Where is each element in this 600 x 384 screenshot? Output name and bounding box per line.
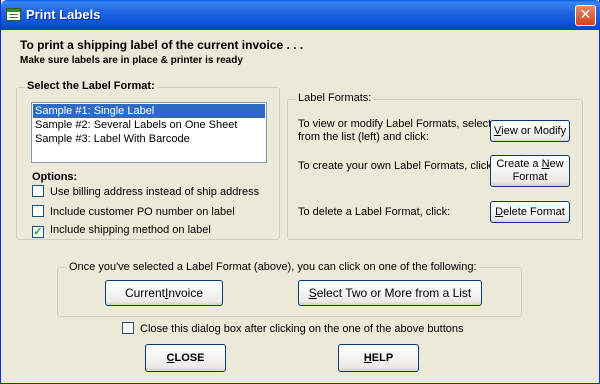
instruction-heading: To print a shipping label of the current… bbox=[20, 38, 304, 52]
delete-instructions: To delete a Label Format, click: bbox=[298, 206, 451, 218]
view-or-modify-button[interactable]: View or Modify bbox=[490, 120, 570, 142]
billing-address-checkbox[interactable] bbox=[32, 185, 44, 197]
actions-legend: Once you've selected a Label Format (abo… bbox=[67, 261, 479, 273]
po-number-option[interactable]: Include customer PO number on label bbox=[32, 205, 235, 219]
close-after-checkbox[interactable] bbox=[122, 322, 134, 334]
label-format-listbox[interactable]: Sample #1: Single Label Sample #2: Sever… bbox=[31, 102, 267, 163]
window-title: Print Labels bbox=[26, 7, 101, 22]
shipping-method-label: Include shipping method on label bbox=[50, 224, 211, 236]
shipping-method-checkbox[interactable]: ✓ bbox=[32, 226, 44, 238]
close-icon: ✕ bbox=[579, 7, 592, 23]
print-labels-dialog: Print Labels ✕ To print a shipping label… bbox=[0, 0, 600, 384]
label-formats-group: Label Formats: To view or modify Label F… bbox=[287, 92, 583, 240]
current-invoice-button[interactable]: Current Invoice bbox=[105, 280, 223, 306]
options-label: Options: bbox=[32, 171, 78, 183]
select-from-list-button[interactable]: Select Two or More from a List bbox=[298, 280, 482, 306]
list-item[interactable]: Sample #2: Several Labels on One Sheet bbox=[33, 118, 265, 132]
shipping-method-option[interactable]: ✓ Include shipping method on label bbox=[32, 224, 211, 238]
delete-format-button[interactable]: Delete Format bbox=[490, 201, 570, 223]
close-button[interactable]: C LOSE bbox=[145, 344, 226, 372]
close-after-option[interactable]: Close this dialog box after clicking on … bbox=[122, 322, 464, 336]
close-after-label: Close this dialog box after clicking on … bbox=[140, 323, 464, 335]
po-number-checkbox[interactable] bbox=[32, 205, 44, 217]
instruction-subheading: Make sure labels are in place & printer … bbox=[20, 55, 243, 66]
label-app-icon bbox=[6, 8, 21, 21]
list-item[interactable]: Sample #1: Single Label bbox=[33, 104, 265, 118]
help-button[interactable]: H ELP bbox=[338, 344, 419, 372]
title-bar[interactable]: Print Labels ✕ bbox=[1, 0, 600, 30]
create-new-format-button[interactable]: Create a New Format bbox=[490, 155, 570, 187]
view-instructions-line2: from the list (left) and click: bbox=[298, 131, 429, 143]
label-formats-legend: Label Formats: bbox=[296, 92, 374, 104]
create-instructions: To create your own Label Formats, click: bbox=[298, 160, 495, 172]
close-window-button[interactable]: ✕ bbox=[575, 5, 596, 26]
billing-address-option[interactable]: Use billing address instead of ship addr… bbox=[32, 185, 259, 199]
list-item[interactable]: Sample #3: Label With Barcode bbox=[33, 132, 265, 146]
view-instructions-line1: To view or modify Label Formats, select bbox=[298, 118, 492, 130]
view-instructions: To view or modify Label Formats, select … bbox=[298, 118, 491, 144]
select-format-group: Select the Label Format: Sample #1: Sing… bbox=[16, 80, 280, 240]
select-format-legend: Select the Label Format: bbox=[25, 80, 157, 92]
billing-address-label: Use billing address instead of ship addr… bbox=[50, 186, 260, 198]
po-number-label: Include customer PO number on label bbox=[50, 206, 235, 218]
